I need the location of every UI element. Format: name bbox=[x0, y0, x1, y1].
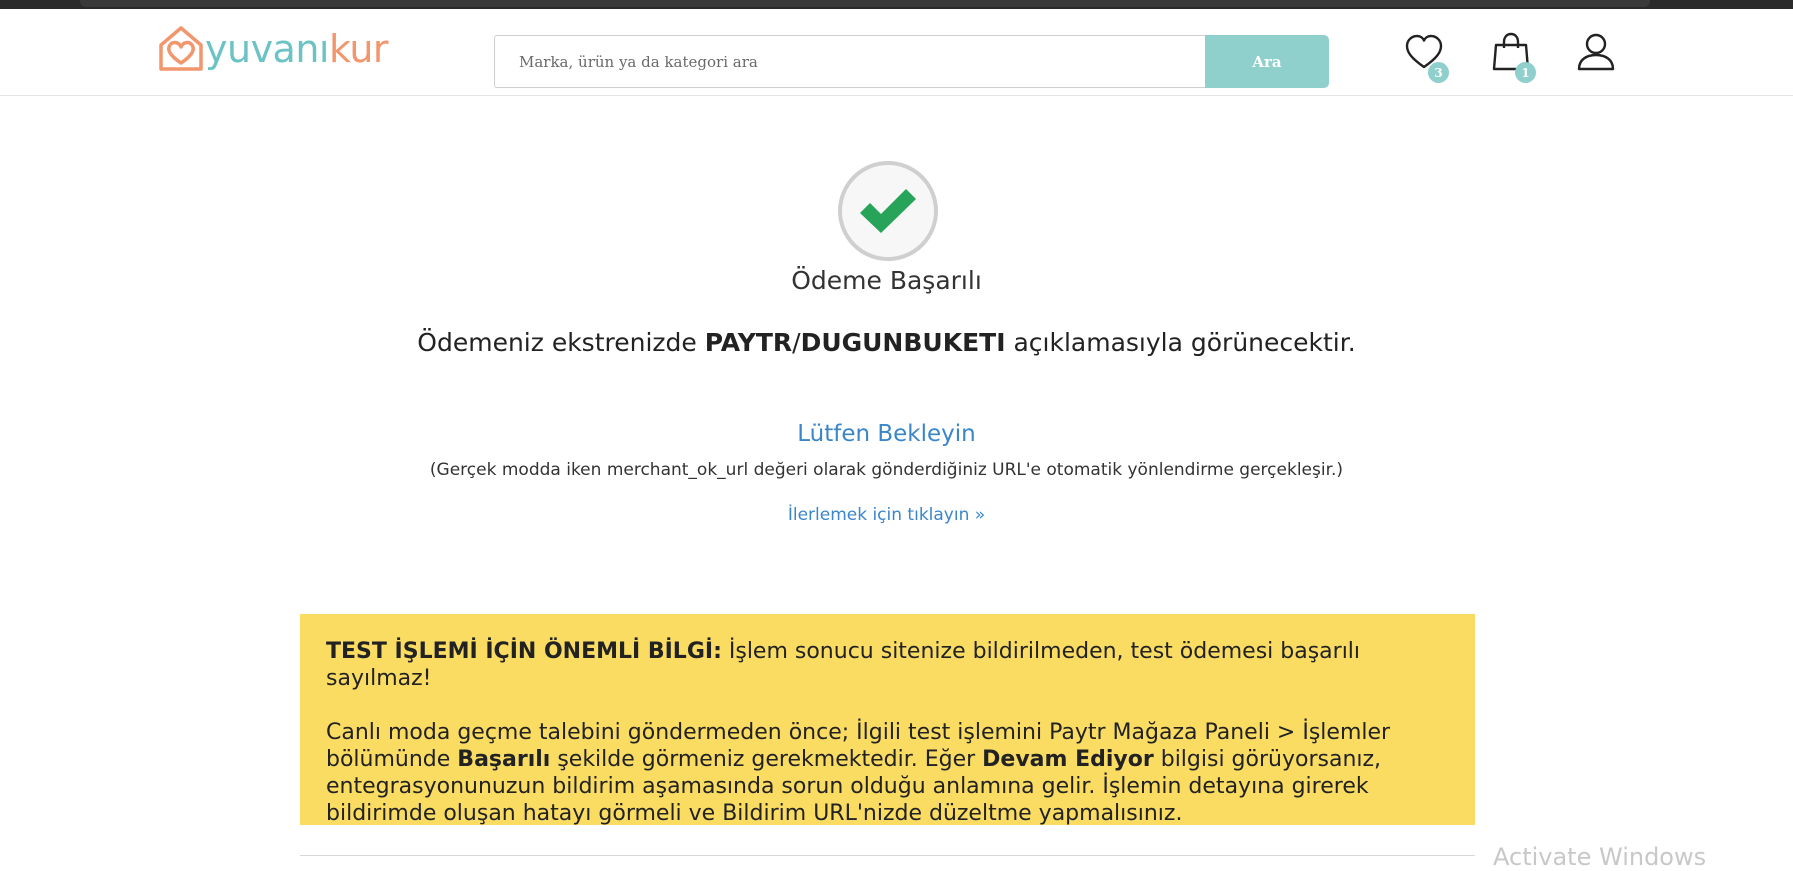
statement-separator: / bbox=[792, 328, 801, 357]
browser-top-strip bbox=[0, 0, 1793, 9]
info-paragraph-1: TEST İŞLEMİ İÇİN ÖNEMLİ BİLGİ: İşlem son… bbox=[326, 638, 1449, 692]
info-p2-bold2: Devam Ediyor bbox=[982, 747, 1154, 772]
info-heading: TEST İŞLEMİ İÇİN ÖNEMLİ BİLGİ: bbox=[326, 639, 722, 664]
browser-top-strip-inner bbox=[80, 0, 1650, 7]
house-heart-logo-icon bbox=[159, 26, 203, 71]
user-icon bbox=[1577, 33, 1615, 71]
statement-suffix: açıklamasıyla görünecektir. bbox=[1005, 328, 1356, 357]
statement-description: Ödemeniz ekstrenizde PAYTR/DUGUNBUKETI a… bbox=[0, 328, 1773, 357]
logo-text-part1: yuvanı bbox=[205, 27, 330, 71]
proceed-link[interactable]: İlerlemek için tıklayın » bbox=[0, 505, 1773, 525]
please-wait-text: Lütfen Bekleyin bbox=[797, 421, 976, 447]
logo-text: yuvanıkur bbox=[205, 27, 389, 71]
info-paragraph-2: Canlı moda geçme talebini göndermeden ön… bbox=[326, 719, 1449, 827]
statement-merchant-2: DUGUNBUKETI bbox=[800, 328, 1006, 357]
account-button[interactable] bbox=[1575, 31, 1623, 83]
test-info-box: TEST İŞLEMİ İÇİN ÖNEMLİ BİLGİ: İşlem son… bbox=[300, 614, 1475, 827]
site-header: yuvanıkur Ara 3 1 bbox=[0, 9, 1793, 96]
windows-activation-watermark: Activate Windows bbox=[1493, 843, 1707, 871]
redirect-note: (Gerçek modda iken merchant_ok_url değer… bbox=[429, 460, 1344, 480]
info-p2-part2: şekilde görmeniz gerekmektedir. Eğer bbox=[550, 747, 983, 772]
success-check-badge bbox=[838, 161, 938, 261]
info-p2-bold1: Başarılı bbox=[457, 747, 551, 772]
site-logo[interactable]: yuvanıkur bbox=[155, 21, 395, 77]
favorites-count-badge: 3 bbox=[1428, 62, 1449, 83]
cart-button[interactable]: 1 bbox=[1490, 31, 1538, 83]
statement-merchant-1: PAYTR bbox=[704, 328, 793, 357]
statement-prefix: Ödemeniz ekstrenizde bbox=[417, 328, 705, 357]
search-input[interactable] bbox=[494, 35, 1205, 88]
logo-text-part2: kur bbox=[329, 27, 389, 71]
content-divider bbox=[300, 855, 1475, 856]
payment-success-title: Ödeme Başarılı bbox=[791, 266, 982, 295]
search-button[interactable]: Ara bbox=[1205, 35, 1329, 88]
cart-count-badge: 1 bbox=[1515, 62, 1536, 83]
search-bar: Ara bbox=[494, 35, 1329, 88]
favorites-button[interactable]: 3 bbox=[1403, 31, 1451, 83]
checkmark-icon bbox=[860, 189, 916, 233]
